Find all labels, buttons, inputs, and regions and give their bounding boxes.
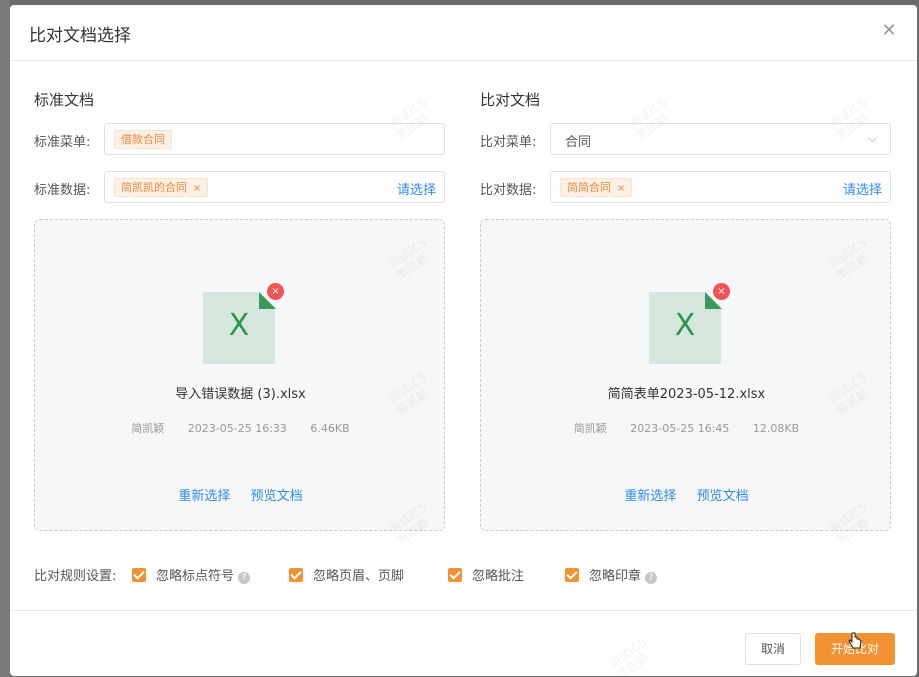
excel-file-icon: X <box>203 292 276 365</box>
compare-data-label: 比对数据: <box>480 183 537 198</box>
standard-document-heading: 标准文档 <box>34 91 95 109</box>
excel-letter: X <box>228 308 250 343</box>
compare-menu-value: 合同 <box>565 135 592 150</box>
rule-label: 忽略页眉、页脚 <box>313 569 405 584</box>
rule-label: 忽略印章 <box>589 569 642 584</box>
remove-tag-icon[interactable]: × <box>193 183 201 194</box>
remove-file-icon[interactable]: × <box>267 283 284 300</box>
file-size: 6.46KB <box>310 422 350 435</box>
standard-file-card: X × 导入错误数据 (3).xlsx 简凯颖 2023-05-25 16:33… <box>34 219 445 531</box>
rule-label: 忽略标点符号 <box>156 569 235 584</box>
compare-pick-link[interactable]: 请选择 <box>843 179 882 198</box>
rule-label: 忽略批注 <box>472 569 525 584</box>
file-author: 简凯颖 <box>573 422 607 435</box>
standard-menu-select[interactable]: 借款合同 <box>104 123 445 155</box>
dialog-title: 比对文档选择 <box>29 26 131 46</box>
preview-link[interactable]: 预览文档 <box>697 489 749 504</box>
compare-data-tag-text: 简简合同 <box>567 181 611 194</box>
rule-ignore-seal[interactable]: 忽略印章? <box>565 565 658 584</box>
checkbox-checked-icon[interactable] <box>132 568 146 582</box>
checkbox-checked-icon[interactable] <box>448 568 462 582</box>
standard-file-name: 导入错误数据 (3).xlsx <box>175 387 306 402</box>
standard-menu-tag: 借款合同 <box>114 130 172 149</box>
chevron-down-icon: ⌵ <box>868 131 878 145</box>
compare-file-meta: 简凯颖 2023-05-25 16:45 12.08KB <box>481 420 892 436</box>
rule-ignore-punctuation[interactable]: 忽略标点符号? <box>132 565 251 584</box>
standard-data-tag: 简凯凯的合同 × <box>114 178 209 197</box>
standard-file-meta: 简凯颖 2023-05-25 16:33 6.46KB <box>35 420 446 436</box>
standard-data-tag-text: 简凯凯的合同 <box>121 181 187 194</box>
help-icon[interactable]: ? <box>238 572 251 584</box>
compare-file-name: 简简表单2023-05-12.xlsx <box>607 387 766 402</box>
cancel-button[interactable]: 取消 <box>745 633 801 665</box>
file-author: 简凯颖 <box>131 422 165 435</box>
compare-file-card: X × 简简表单2023-05-12.xlsx 简凯颖 2023-05-25 1… <box>480 219 891 531</box>
checkbox-checked-icon[interactable] <box>565 568 579 582</box>
file-size: 12.08KB <box>752 422 800 435</box>
reselect-link[interactable]: 重新选择 <box>178 489 230 504</box>
dialog-footer: 取消 开始比对 <box>10 610 917 676</box>
compare-file-actions: 重新选择 预览文档 <box>481 485 892 504</box>
file-time: 2023-05-25 16:33 <box>187 422 287 435</box>
dialog-header: 比对文档选择 ✕ <box>10 5 917 61</box>
file-time: 2023-05-25 16:45 <box>630 422 730 435</box>
standard-menu-tag-text: 借款合同 <box>121 133 165 146</box>
compare-menu-select[interactable]: 合同 ⌵ <box>550 123 891 155</box>
remove-tag-icon[interactable]: × <box>617 183 625 194</box>
rules-label: 比对规则设置: <box>34 569 117 584</box>
compare-menu-row: 比对菜单: 合同 ⌵ <box>480 123 891 155</box>
compare-rules: 比对规则设置: 忽略标点符号? 忽略页眉、页脚 忽略批注 忽略印章? <box>34 563 894 587</box>
standard-data-field[interactable]: 简凯凯的合同 × 请选择 <box>104 171 445 203</box>
standard-data-row: 标准数据: 简凯凯的合同 × 请选择 <box>34 171 445 203</box>
reselect-link[interactable]: 重新选择 <box>624 489 676 504</box>
compare-menu-label: 比对菜单: <box>480 135 537 150</box>
preview-link[interactable]: 预览文档 <box>251 489 303 504</box>
standard-data-label: 标准数据: <box>34 183 91 198</box>
compare-data-field[interactable]: 简简合同 × 请选择 <box>550 171 891 203</box>
remove-file-icon[interactable]: × <box>713 283 730 300</box>
compare-data-tag: 简简合同 × <box>560 178 633 197</box>
standard-menu-label: 标准菜单: <box>34 135 91 150</box>
compare-data-row: 比对数据: 简简合同 × 请选择 <box>480 171 891 203</box>
checkbox-checked-icon[interactable] <box>289 568 303 582</box>
standard-menu-row: 标准菜单: 借款合同 <box>34 123 445 155</box>
excel-letter: X <box>674 308 696 343</box>
rule-ignore-comments[interactable]: 忽略批注 <box>448 565 524 584</box>
hand-cursor-icon <box>848 632 862 649</box>
help-icon[interactable]: ? <box>645 572 658 584</box>
excel-file-icon: X <box>649 292 722 365</box>
page-backdrop <box>0 0 10 677</box>
compare-document-dialog: 比对文档选择 ✕ 标准文档 标准菜单: 借款合同 标准数据: 简凯凯的合同 × 请… <box>10 5 917 676</box>
close-icon[interactable]: ✕ <box>877 19 901 43</box>
compare-document-heading: 比对文档 <box>480 91 541 109</box>
standard-file-actions: 重新选择 预览文档 <box>35 485 446 504</box>
standard-pick-link[interactable]: 请选择 <box>397 179 436 198</box>
rule-ignore-header-footer[interactable]: 忽略页眉、页脚 <box>289 565 404 584</box>
